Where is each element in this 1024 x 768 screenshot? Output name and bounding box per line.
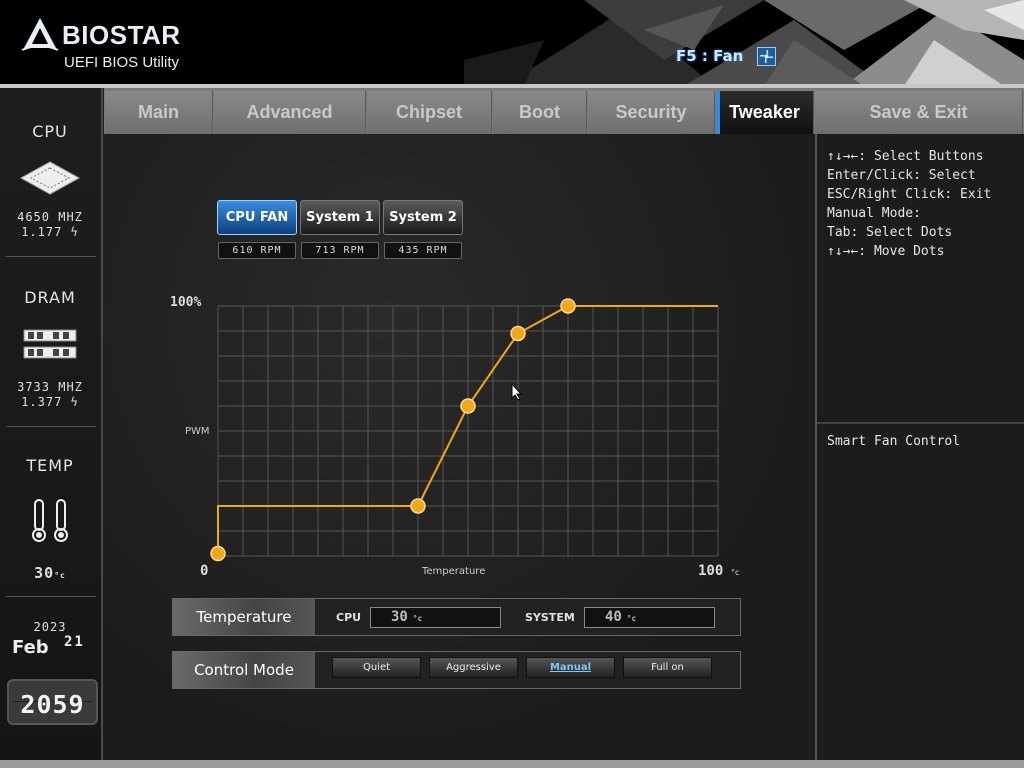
biostar-logo-mark: [21, 18, 59, 51]
temperature-row-label: Temperature: [173, 599, 315, 635]
system-temp-value: 40: [605, 609, 622, 625]
fan-rpm-system-2: 435 RPM: [384, 242, 462, 259]
voltage-bolt-icon: ϟ: [62, 225, 79, 239]
fan-rpm-cpu: 610 RPM: [218, 242, 296, 259]
help-divider: [817, 422, 1024, 424]
cpu-voltage-row: 1.177 ϟ: [0, 225, 100, 239]
status-sidebar: CPU 4650 MHZ 1.177 ϟ DRAM 3733 MHZ 1.377…: [0, 88, 103, 760]
mode-quiet-button[interactable]: Quiet: [332, 657, 421, 678]
mode-manual-button[interactable]: Manual: [526, 657, 615, 678]
cpu-temp-value: 30: [391, 609, 408, 625]
bios-screen: BIOSTAR UEFI BIOS Utility F5 : Fan CPU 4…: [0, 0, 1024, 768]
cpu-temp-field: 30 °c: [370, 607, 501, 628]
cpu-frequency: 4650 MHZ: [17, 210, 83, 224]
chart-grid: [217, 305, 719, 557]
help-line: Manual Mode:: [827, 206, 921, 221]
x-axis-max-label: 100: [698, 563, 723, 579]
celsius-icon: °c: [407, 614, 423, 623]
fan-glyph-icon: [759, 49, 774, 64]
y-axis-label: PWM: [185, 426, 210, 437]
fan-hotkey-label[interactable]: F5 : Fan: [676, 47, 743, 65]
x-axis-label: Temperature: [421, 566, 485, 577]
date-day: 21: [64, 634, 85, 650]
curve-control-point[interactable]: [560, 298, 576, 314]
bottom-border: [0, 760, 1024, 768]
dram-title: DRAM: [24, 288, 76, 307]
dram-voltage-row: 1.377 ϟ: [0, 395, 100, 409]
sidebar-divider: [6, 596, 96, 597]
curve-control-point[interactable]: [510, 325, 526, 342]
brand-name: BIOSTAR: [62, 20, 181, 50]
header: BIOSTAR UEFI BIOS Utility F5 : Fan: [0, 0, 1024, 86]
fan-curve-chart[interactable]: 100% PWM 0 Temperature 100 °c: [160, 290, 750, 590]
curve-control-point[interactable]: [460, 398, 476, 414]
header-shard-artwork: [464, 0, 1024, 86]
help-line: ↑↓→←: Select Buttons: [827, 149, 984, 164]
thermometer-icon: [32, 499, 68, 542]
tab-advanced[interactable]: Advanced: [214, 91, 366, 134]
clock-display: 2059: [7, 679, 98, 725]
temp-title: TEMP: [26, 456, 74, 475]
sidebar-divider: [6, 426, 96, 427]
cpu-title: CPU: [32, 122, 68, 141]
biostar-logo: BIOSTAR UEFI BIOS Utility: [20, 14, 210, 74]
clock-time: 2059: [20, 690, 85, 719]
tab-main[interactable]: Main: [105, 91, 213, 134]
mode-aggressive-button[interactable]: Aggressive: [429, 657, 518, 678]
cpu-voltage: 1.177: [21, 225, 63, 239]
sidebar-divider: [6, 256, 96, 257]
x-axis-max-unit: °c: [731, 568, 739, 577]
dram-frequency: 3733 MHZ: [17, 380, 83, 394]
cpu-chip-icon: [19, 161, 81, 195]
fan-icon[interactable]: [757, 47, 776, 66]
mouse-cursor-icon: [511, 383, 523, 401]
temperature-row: Temperature CPU 30 °c SYSTEM 40 °c: [172, 598, 741, 636]
date-month: Feb: [12, 637, 49, 658]
tab-chipset[interactable]: Chipset: [367, 91, 492, 134]
dram-module-icon: [23, 329, 77, 359]
curve-control-point[interactable]: [410, 498, 426, 514]
bios-utility-title: UEFI BIOS Utility: [64, 54, 180, 71]
tab-save-exit[interactable]: Save & Exit: [815, 91, 1023, 134]
cpu-temperature: 30: [34, 564, 55, 582]
fan-button-system-1[interactable]: System 1: [300, 200, 380, 235]
tab-boot[interactable]: Boot: [493, 91, 587, 134]
voltage-bolt-icon: ϟ: [62, 395, 79, 409]
date-year: 2023: [33, 620, 67, 634]
temp-value-row: 30°c: [0, 564, 100, 582]
celsius-icon: °c: [54, 571, 66, 580]
menu-tabs: Main Advanced Chipset Boot Security Twea…: [104, 88, 1024, 134]
dram-voltage: 1.377: [21, 395, 63, 409]
control-mode-label: Control Mode: [173, 652, 315, 688]
help-line: ↑↓→←: Move Dots: [827, 244, 945, 259]
system-temp-field: 40 °c: [584, 607, 715, 628]
y-axis-max-label: 100%: [170, 295, 201, 310]
help-line: Tab: Select Dots: [827, 225, 953, 240]
help-panel: ↑↓→←: Select Buttons Enter/Click: Select…: [815, 134, 1024, 760]
help-line: ESC/Right Click: Exit: [827, 187, 992, 202]
tab-security[interactable]: Security: [588, 91, 715, 134]
tab-tweaker[interactable]: Tweaker: [716, 91, 814, 134]
control-mode-row: Control Mode Quiet Aggressive Manual Ful…: [172, 651, 741, 689]
x-axis-min-label: 0: [200, 563, 208, 579]
help-line: Enter/Click: Select: [827, 168, 976, 183]
fan-button-cpu[interactable]: CPU FAN: [217, 200, 297, 235]
help-description: Smart Fan Control: [827, 434, 961, 449]
celsius-icon: °c: [621, 614, 637, 623]
cpu-temp-label: CPU: [336, 611, 362, 624]
system-temp-label: SYSTEM: [525, 611, 575, 624]
fan-button-system-2[interactable]: System 2: [383, 200, 463, 235]
fan-rpm-system-1: 713 RPM: [301, 242, 379, 259]
mode-full-on-button[interactable]: Full on: [623, 657, 712, 678]
curve-control-point[interactable]: [210, 545, 226, 562]
